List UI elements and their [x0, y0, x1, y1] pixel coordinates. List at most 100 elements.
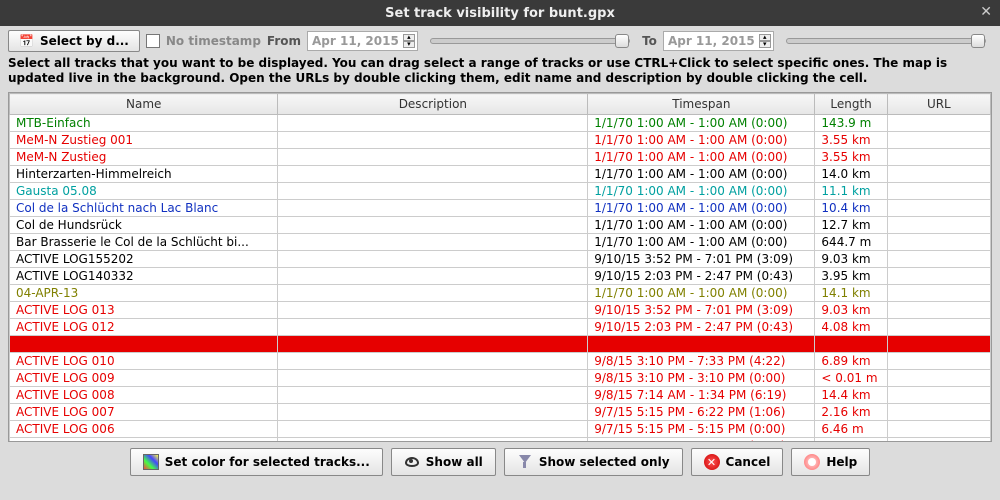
- cell-name[interactable]: Hinterzarten-Himmelreich: [10, 166, 278, 183]
- cell-url[interactable]: [887, 268, 990, 285]
- cell-timespan[interactable]: 1/1/70 1:00 AM - 1:00 AM (0:00): [588, 200, 815, 217]
- cell-length[interactable]: 10.4 km: [815, 200, 887, 217]
- cell-timespan[interactable]: 9/10/15 3:52 PM - 7:01 PM (3:09): [588, 251, 815, 268]
- cell-length[interactable]: 3.95 km: [815, 268, 887, 285]
- cell-length[interactable]: < 0.01 m: [815, 438, 887, 443]
- cell-length[interactable]: 9.03 km: [815, 251, 887, 268]
- cell-url[interactable]: [887, 234, 990, 251]
- cell-url[interactable]: [887, 149, 990, 166]
- cell-name[interactable]: ACTIVE LOG 008: [10, 387, 278, 404]
- cell-name[interactable]: Gausta 05.08: [10, 183, 278, 200]
- cell-name[interactable]: ACTIVE LOG 010: [10, 353, 278, 370]
- help-button[interactable]: Help: [791, 448, 870, 476]
- cell-desc[interactable]: [278, 302, 588, 319]
- table-row[interactable]: MeM-N Zustieg 1/1/70 1:00 AM - 1:00 AM (0…: [10, 149, 991, 166]
- cell-length[interactable]: 6.46 m: [815, 421, 887, 438]
- cell-length[interactable]: 6.89 km: [815, 353, 887, 370]
- cell-name[interactable]: ACTIVE LOG 013: [10, 302, 278, 319]
- table-row[interactable]: 04-APR-131/1/70 1:00 AM - 1:00 AM (0:00)…: [10, 285, 991, 302]
- cell-length[interactable]: 3.55 km: [815, 132, 887, 149]
- cell-desc[interactable]: [278, 268, 588, 285]
- cell-name[interactable]: ACTIVE LOG 012: [10, 319, 278, 336]
- cell-name[interactable]: Col de Hundsrück: [10, 217, 278, 234]
- table-row[interactable]: MeM-N Zustieg 0011/1/70 1:00 AM - 1:00 A…: [10, 132, 991, 149]
- cell-timespan[interactable]: 9/10/15 2:03 PM - 2:47 PM (0:43): [588, 319, 815, 336]
- cell-length[interactable]: 143.9 m: [815, 115, 887, 132]
- show-all-button[interactable]: Show all: [391, 448, 496, 476]
- cell-length[interactable]: 12.7 km: [815, 217, 887, 234]
- cell-timespan[interactable]: 9/7/15 5:15 PM - 5:15 PM (0:00): [588, 438, 815, 443]
- table-row[interactable]: ACTIVE LOG 013 9/10/15 3:52 PM - 7:01 PM …: [10, 302, 991, 319]
- cell-timespan[interactable]: 9/10/15 3:52 PM - 7:01 PM (3:09): [588, 302, 815, 319]
- cell-length[interactable]: < 0.01 m: [815, 370, 887, 387]
- slider-thumb[interactable]: [971, 34, 985, 48]
- col-header-url[interactable]: URL: [887, 94, 990, 115]
- cell-url[interactable]: [887, 421, 990, 438]
- cell-url[interactable]: [887, 132, 990, 149]
- table-row[interactable]: ACTIVE LOG 0079/7/15 5:15 PM - 6:22 PM (…: [10, 404, 991, 421]
- table-row[interactable]: ACTIVE LOG155202 9/10/15 3:52 PM - 7:01 P…: [10, 251, 991, 268]
- slider-thumb[interactable]: [615, 34, 629, 48]
- cell-desc[interactable]: [278, 319, 588, 336]
- cell-desc[interactable]: [278, 353, 588, 370]
- cell-url[interactable]: [887, 404, 990, 421]
- table-row[interactable]: ACTIVE LOG 006 9/7/15 5:15 PM - 5:15 PM (…: [10, 421, 991, 438]
- cell-name[interactable]: ACTIVE LOG 006: [10, 421, 278, 438]
- cell-length[interactable]: 14.1 km: [815, 285, 887, 302]
- to-date-field[interactable]: Apr 11, 2015 ▴▾: [663, 31, 774, 51]
- cell-desc[interactable]: [278, 132, 588, 149]
- cell-url[interactable]: [887, 285, 990, 302]
- cell-name[interactable]: ACTIVE LOG155202: [10, 251, 278, 268]
- cell-desc[interactable]: [278, 183, 588, 200]
- cell-name[interactable]: ACTIVE LOG140332: [10, 268, 278, 285]
- cell-name[interactable]: MeM-N Zustieg: [10, 149, 278, 166]
- cancel-button[interactable]: ✕ Cancel: [691, 448, 784, 476]
- cell-name[interactable]: Bar Brasserie le Col de la Schlücht bi..…: [10, 234, 278, 251]
- cell-url[interactable]: [887, 302, 990, 319]
- cell-length[interactable]: 11.1 km: [815, 183, 887, 200]
- cell-timespan[interactable]: 9/8/15 3:10 PM - 3:10 PM (0:00): [588, 370, 815, 387]
- cell-desc[interactable]: [278, 234, 588, 251]
- cell-name[interactable]: MTB-Einfach: [10, 115, 278, 132]
- cell-url[interactable]: [887, 115, 990, 132]
- from-slider[interactable]: [430, 38, 630, 44]
- cell-name[interactable]: ACTIVE LOG 011: [10, 336, 278, 353]
- cell-url[interactable]: [887, 336, 990, 353]
- table-row[interactable]: Bar Brasserie le Col de la Schlücht bi..…: [10, 234, 991, 251]
- col-header-timespan[interactable]: Timespan: [588, 94, 815, 115]
- cell-name[interactable]: MeM-N Zustieg 001: [10, 132, 278, 149]
- tracks-table-container[interactable]: Name Description Timespan Length URL MTB…: [8, 92, 992, 442]
- cell-timespan[interactable]: 1/1/70 1:00 AM - 1:00 AM (0:00): [588, 217, 815, 234]
- cell-desc[interactable]: [278, 370, 588, 387]
- table-row[interactable]: ACTIVE LOG 0099/8/15 3:10 PM - 3:10 PM (…: [10, 370, 991, 387]
- cell-desc[interactable]: [278, 115, 588, 132]
- cell-desc[interactable]: [278, 285, 588, 302]
- table-row[interactable]: Col de la Schlücht nach Lac Blanc1/1/70 …: [10, 200, 991, 217]
- cell-desc[interactable]: [278, 166, 588, 183]
- table-row[interactable]: ACTIVE LOG1403329/10/15 2:03 PM - 2:47 P…: [10, 268, 991, 285]
- select-by-date-button[interactable]: 📅 Select by d...: [8, 30, 140, 52]
- cell-timespan[interactable]: 1/1/70 1:00 AM - 1:00 AM (0:00): [588, 149, 815, 166]
- cell-length[interactable]: 9.03 km: [815, 302, 887, 319]
- cell-timespan[interactable]: 9/9/15 8:48 AM - 4:07 PM (7:19): [588, 336, 815, 353]
- spin-down-icon[interactable]: ▾: [759, 41, 771, 48]
- table-row[interactable]: ACTIVE LOG 011 9/9/15 8:48 AM - 4:07 PM (…: [10, 336, 991, 353]
- cell-url[interactable]: [887, 217, 990, 234]
- cell-desc[interactable]: [278, 387, 588, 404]
- cell-length[interactable]: 11.6 km: [815, 336, 887, 353]
- show-selected-button[interactable]: Show selected only: [504, 448, 683, 476]
- cell-desc[interactable]: [278, 251, 588, 268]
- set-color-button[interactable]: Set color for selected tracks...: [130, 448, 383, 476]
- cell-url[interactable]: [887, 183, 990, 200]
- cell-desc[interactable]: [278, 200, 588, 217]
- table-row[interactable]: MTB-Einfach1/1/70 1:00 AM - 1:00 AM (0:0…: [10, 115, 991, 132]
- cell-timespan[interactable]: 9/7/15 5:15 PM - 6:22 PM (1:06): [588, 404, 815, 421]
- cell-timespan[interactable]: 9/7/15 5:15 PM - 5:15 PM (0:00): [588, 421, 815, 438]
- cell-length[interactable]: 3.55 km: [815, 149, 887, 166]
- cell-length[interactable]: 4.08 km: [815, 319, 887, 336]
- col-header-name[interactable]: Name: [10, 94, 278, 115]
- cell-desc[interactable]: [278, 404, 588, 421]
- cell-url[interactable]: [887, 353, 990, 370]
- cell-length[interactable]: 14.4 km: [815, 387, 887, 404]
- cell-timespan[interactable]: 1/1/70 1:00 AM - 1:00 AM (0:00): [588, 234, 815, 251]
